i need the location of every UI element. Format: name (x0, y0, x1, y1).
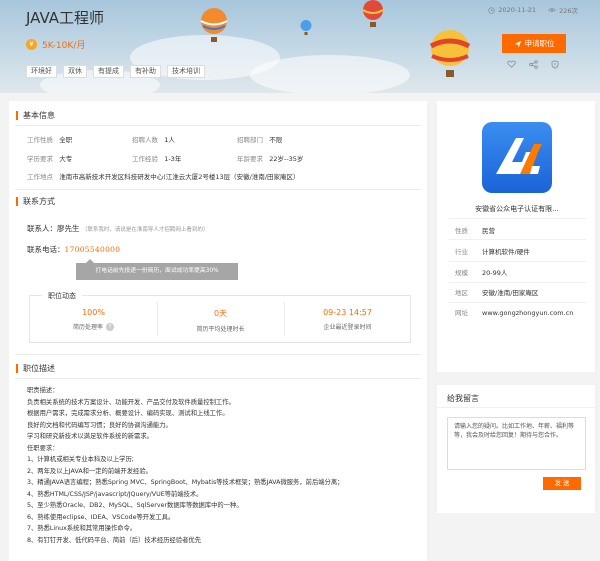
dynamics-item: 100% 简历处理率? (30, 308, 157, 331)
salary-value: 5K-10K/月 (42, 41, 86, 51)
salary-row: ¥ 5K-10K/月 (26, 38, 85, 51)
company-info-row: 网址 www.gongzhongyun.com.cn (455, 309, 574, 317)
yen-icon: ¥ (26, 39, 37, 50)
company-website[interactable]: www.gongzhongyun.com.cn (482, 309, 573, 317)
description-line: 1、计算机或相关专业本科及以上学历; (27, 456, 134, 463)
dynamics-item: 0天 简历平均处理时长 (196, 309, 245, 333)
info-item: 招聘人数 1人 (132, 136, 175, 144)
phone-number[interactable]: 17005540000 (65, 245, 121, 254)
description-line: 学习和研究新技术以满足软件系统的新需求。 (27, 433, 153, 440)
contact-section: 联系方式 (9, 197, 55, 206)
publish-date: 2020-11-21 (488, 6, 536, 14)
report-shield-icon[interactable] (551, 60, 559, 69)
contact-person: 联系人：廖先生 （联系我时，请说是在淮南导人才招聘网上看到的） (27, 224, 209, 233)
divider (15, 125, 421, 126)
description-line: 根据用户需求，完成需求分析、概要设计、编码实现、测试和上线工作。 (27, 410, 229, 417)
help-icon[interactable]: ? (106, 322, 114, 331)
section-title: 联系方式 (16, 197, 55, 206)
job-dynamics-box: 职位动态 100% 简历处理率? 0天 简历平均处理时长 09-23 14:57… (29, 291, 411, 343)
company-info-row: 规模 20-99人 (455, 269, 508, 277)
description-line: 任职要求： (27, 444, 59, 452)
job-banner: JAVA工程师 ¥ 5K-10K/月 环境好 双休 有提成 有补助 技术培训 2… (0, 0, 600, 93)
balloon-icon (362, 0, 384, 27)
info-item: 年龄要求 22岁--35岁 (237, 155, 304, 163)
company-logo[interactable] (482, 122, 552, 193)
description-line: 2、两年及以上JAVA和一定的前端开发经验。 (27, 467, 152, 475)
description-line: 5、至少熟悉Oracle、DB2、MySQL、SqlServer数据库等数据库中… (27, 502, 243, 509)
work-address: 工作地点 淮南市高新技术开发区科技研发中心(江淮云大厦2号楼13层（安徽/淮南/… (27, 173, 300, 181)
section-title: 基本信息 (16, 111, 55, 120)
description-section: 职位描述 (9, 364, 55, 373)
contact-note: （联系我时，请说是在淮南导人才招聘网上看到的） (81, 227, 209, 233)
description-line: 8、有钉钉开发、低代码平台、简前（后）技术经历经验者优先 (27, 536, 202, 544)
divider (449, 302, 586, 303)
welfare-tag: 技术培训 (167, 65, 205, 78)
blank-card (437, 335, 595, 372)
share-icon[interactable] (529, 60, 538, 69)
basic-info-section: 基本信息 (9, 111, 55, 120)
welfare-tag: 有提成 (93, 65, 124, 78)
divider (449, 282, 586, 283)
divider (15, 354, 421, 355)
welfare-tag: 有补助 (130, 65, 161, 78)
phone-tooltip: 打电话前先投递一份简历，面试成功率提高30% (76, 259, 238, 280)
job-actions (507, 60, 559, 69)
cloud-decoration (250, 55, 410, 93)
clock-icon (488, 6, 495, 14)
divider (15, 378, 421, 379)
job-detail-card: 基本信息 工作性质 全职 招聘人数 1人 招聘部门 不限 学历要求 大专 工作经… (9, 101, 427, 561)
description-line: 4、熟悉HTML/CSS/JSP/javascript/JQuery/VUE等前… (27, 490, 203, 498)
eye-icon (548, 8, 556, 12)
welfare-tag: 环境好 (26, 65, 57, 78)
description-line: 职责描述： (27, 387, 59, 394)
dynamics-title: 职位动态 (42, 291, 82, 301)
divider (449, 239, 586, 240)
divider (449, 261, 586, 262)
company-info-row: 行业 计算机软件/硬件 (455, 248, 530, 256)
company-logo-icon (496, 138, 542, 174)
divider (15, 189, 421, 190)
description-line: 6、熟练使用eclipse、IDEA、VSCode等开发工具。 (27, 513, 175, 521)
contact-phone: 联系电话：17005540000 (27, 245, 121, 254)
view-count: 226次 (548, 5, 578, 15)
message-input[interactable]: 请输入您的疑问。比如工作地、年薪、福利等等，我会及时给您回复！期待与您合作。 (447, 417, 586, 470)
apply-job-button[interactable]: 申请职位 (502, 34, 566, 53)
send-resume-icon (514, 40, 521, 47)
balloon-icon (200, 8, 228, 42)
info-item: 学历要求 大专 (27, 155, 73, 163)
job-meta: 2020-11-21 226次 (488, 5, 578, 15)
company-name[interactable]: 安徽省公众电子认证有限... (437, 204, 597, 214)
section-title: 职位描述 (16, 364, 55, 373)
send-message-button[interactable]: 发 送 (543, 477, 581, 490)
divider (449, 218, 586, 219)
balloon-icon (430, 30, 470, 77)
favorite-icon[interactable] (507, 60, 516, 68)
message-card: 给我留言 请输入您的疑问。比如工作地、年薪、福利等等，我会及时给您回复！期待与您… (437, 385, 595, 513)
welfare-tags: 环境好 双休 有提成 有补助 技术培训 (26, 65, 205, 78)
job-description: 职责描述： 负责相关系统的技术方案设计、功能开发、产品交付及软件质量控制工作。 … (27, 385, 422, 546)
dynamics-item: 09-23 14:57 企业最近登录时间 (323, 308, 372, 331)
company-card: 安徽省公众电子认证有限... 性质 民营 行业 计算机软件/硬件 规模 20-99人 … (437, 101, 595, 350)
description-line: 负责相关系统的技术方案设计、功能开发、产品交付及软件质量控制工作。 (27, 398, 235, 406)
info-item: 招聘部门 不限 (237, 136, 283, 144)
description-line: 3、精通JAVA语言编程；熟悉Spring MVC、SpringBoot、Myb… (27, 479, 344, 486)
company-info-row: 地区 安徽/淮南/田家庵区 (455, 289, 539, 297)
divider (437, 407, 595, 408)
message-title: 给我留言 (447, 394, 479, 403)
welfare-tag: 双休 (63, 65, 87, 78)
balloon-icon (300, 20, 312, 35)
description-line: 良好的文档和代码编写习惯；良好的协调沟通能力。 (27, 421, 172, 429)
info-item: 工作经验 1-3年 (132, 155, 182, 163)
info-item: 工作性质 全职 (27, 136, 73, 144)
description-line: 7、熟悉Linux系统和其常用操作命令。 (27, 525, 137, 532)
company-info-row: 性质 民营 (455, 227, 495, 235)
job-title: JAVA工程师 (26, 9, 105, 27)
